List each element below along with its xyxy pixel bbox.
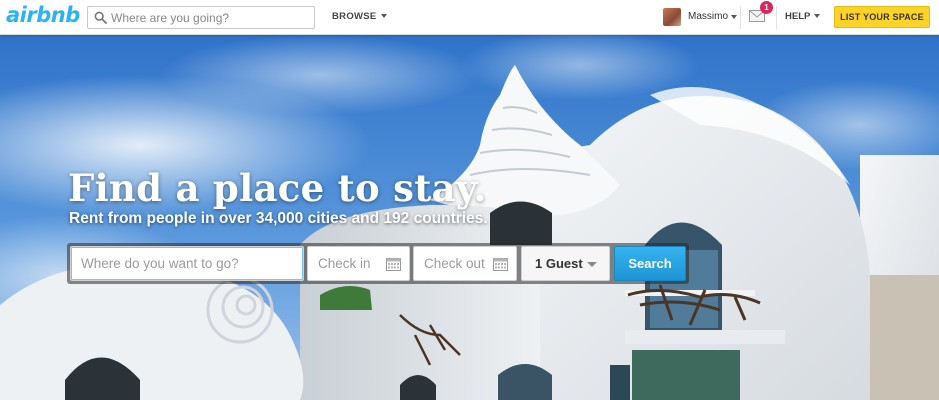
- browse-label: BROWSE: [332, 11, 377, 22]
- guests-value: 1 Guest: [535, 256, 583, 271]
- chevron-down-icon: [814, 14, 821, 19]
- hero-subtitle: Rent from people in over 34,000 cities a…: [69, 210, 488, 227]
- airbnb-logo[interactable]: airbnb: [6, 3, 80, 27]
- nav-divider: [776, 6, 777, 29]
- help-menu[interactable]: HELP: [785, 11, 821, 22]
- top-navbar: airbnb BROWSE Massimo 1 HELP LIST YOUR S…: [0, 0, 939, 35]
- location-search-box[interactable]: [87, 6, 315, 29]
- search-icon: [94, 11, 107, 29]
- chevron-down-icon: [587, 262, 597, 267]
- chevron-down-icon: [731, 15, 737, 19]
- hero-title: Find a place to stay.: [68, 166, 487, 210]
- checkin-field[interactable]: [307, 246, 410, 281]
- chevron-down-icon: [380, 14, 387, 19]
- calendar-icon[interactable]: [493, 257, 508, 276]
- hero-section: Find a place to stay. Rent from people i…: [0, 35, 939, 400]
- user-name: Massimo: [688, 11, 729, 22]
- destination-field[interactable]: [70, 246, 304, 281]
- avatar: [663, 8, 681, 26]
- messages-count-badge: 1: [760, 1, 773, 14]
- booking-search-bar: 1 Guest Search: [67, 243, 689, 284]
- destination-input[interactable]: [71, 247, 303, 280]
- nav-divider: [740, 6, 741, 29]
- guests-select[interactable]: 1 Guest: [521, 246, 610, 281]
- list-your-space-button[interactable]: LIST YOUR SPACE: [834, 6, 930, 28]
- calendar-icon[interactable]: [386, 257, 401, 276]
- checkout-field[interactable]: [413, 246, 517, 281]
- help-label: HELP: [785, 11, 811, 22]
- search-button[interactable]: Search: [614, 246, 686, 281]
- location-search-input[interactable]: [111, 8, 311, 27]
- browse-menu[interactable]: BROWSE: [332, 11, 387, 22]
